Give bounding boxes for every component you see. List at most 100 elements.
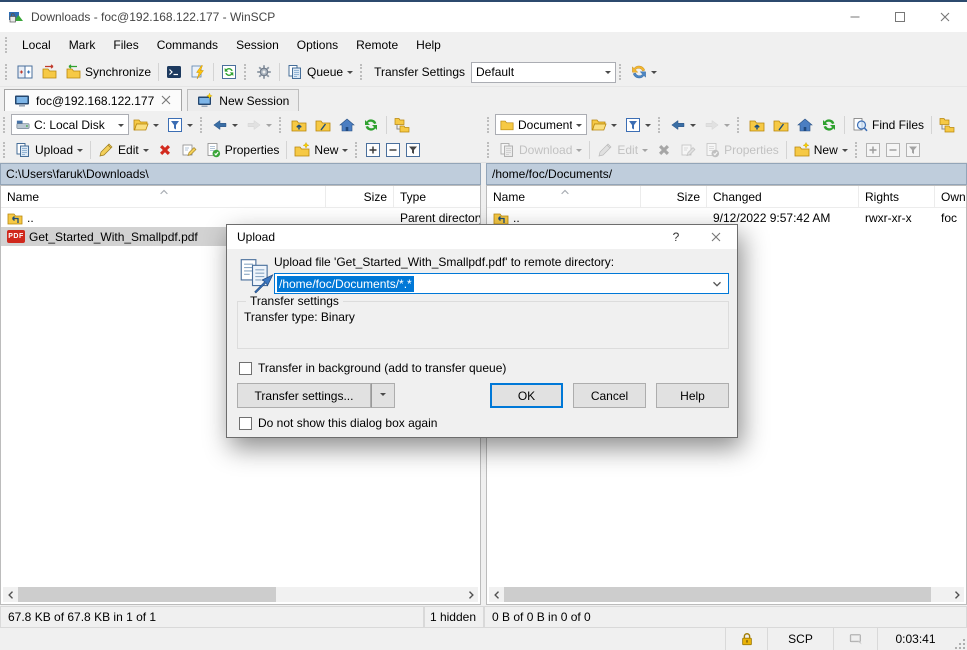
toolbar-grip[interactable] bbox=[5, 64, 10, 80]
synchronize-browsing-button[interactable] bbox=[37, 61, 61, 83]
tab-close-icon[interactable] bbox=[160, 94, 172, 108]
console-button[interactable] bbox=[186, 61, 210, 83]
left-open-directory-button[interactable] bbox=[129, 114, 163, 136]
left-drive-selector[interactable]: C: Local Disk bbox=[11, 114, 129, 135]
left-header-name[interactable]: Name bbox=[1, 186, 326, 207]
transfer-background-checkbox[interactable]: Transfer in background (add to transfer … bbox=[239, 361, 506, 375]
right-home-directory-button[interactable] bbox=[793, 114, 817, 136]
scroll-thumb[interactable] bbox=[504, 587, 931, 602]
scroll-right-icon[interactable] bbox=[463, 587, 478, 602]
toolbar-grip[interactable] bbox=[355, 142, 360, 158]
right-forward-button[interactable] bbox=[700, 114, 734, 136]
close-button[interactable] bbox=[922, 2, 967, 32]
toolbar-grip[interactable] bbox=[360, 64, 365, 80]
right-root-directory-button[interactable] bbox=[769, 114, 793, 136]
left-select-button[interactable] bbox=[363, 140, 383, 160]
menu-help[interactable]: Help bbox=[407, 34, 450, 56]
left-back-button[interactable] bbox=[208, 114, 242, 136]
menu-local[interactable]: Local bbox=[13, 34, 60, 56]
right-open-directory-button[interactable] bbox=[587, 114, 621, 136]
scroll-right-icon[interactable] bbox=[949, 587, 964, 602]
right-directory-selector[interactable]: Documents bbox=[495, 114, 587, 135]
menu-mark[interactable]: Mark bbox=[60, 34, 105, 56]
session-tab-active[interactable]: foc@192.168.122.177 bbox=[4, 89, 182, 111]
right-unselect-button[interactable] bbox=[883, 140, 903, 160]
right-delete-button[interactable] bbox=[652, 139, 676, 161]
toolbar-grip[interactable] bbox=[855, 142, 860, 158]
left-home-directory-button[interactable] bbox=[335, 114, 359, 136]
left-properties-button[interactable]: Properties bbox=[201, 139, 284, 161]
queue-button[interactable]: Queue bbox=[283, 61, 357, 83]
refresh-session-button[interactable] bbox=[217, 61, 241, 83]
left-status-hidden[interactable]: 1 hidden bbox=[424, 606, 484, 628]
dialog-help-button[interactable]: ? bbox=[657, 225, 695, 249]
right-back-button[interactable] bbox=[666, 114, 700, 136]
right-select-all-button[interactable] bbox=[903, 140, 923, 160]
left-directory-tree-button[interactable] bbox=[390, 114, 414, 136]
resize-grip[interactable] bbox=[953, 628, 967, 650]
left-new-button[interactable]: New bbox=[290, 139, 352, 161]
left-rename-button[interactable] bbox=[177, 139, 201, 161]
left-root-directory-button[interactable] bbox=[311, 114, 335, 136]
scroll-thumb[interactable] bbox=[18, 587, 276, 602]
protocol-status[interactable]: SCP bbox=[767, 628, 833, 650]
minimize-button[interactable] bbox=[832, 2, 877, 32]
open-terminal-button[interactable] bbox=[162, 61, 186, 83]
toolbar-grip[interactable] bbox=[658, 117, 663, 133]
toolbar-grip[interactable] bbox=[619, 64, 624, 80]
left-path-bar[interactable]: C:\Users\faruk\Downloads\ bbox=[0, 163, 481, 185]
left-forward-button[interactable] bbox=[242, 114, 276, 136]
dont-show-again-checkbox[interactable]: Do not show this dialog box again bbox=[239, 416, 437, 430]
toolbar-grip[interactable] bbox=[487, 117, 492, 133]
preferences-button[interactable] bbox=[252, 61, 276, 83]
left-header-size[interactable]: Size bbox=[326, 186, 394, 207]
right-horizontal-scrollbar[interactable] bbox=[489, 587, 964, 602]
transfer-settings-dropdown-button[interactable] bbox=[371, 383, 395, 408]
menu-grip[interactable] bbox=[5, 37, 10, 53]
right-refresh-button[interactable] bbox=[817, 114, 841, 136]
right-filter-button[interactable] bbox=[621, 114, 655, 136]
download-button[interactable]: Download bbox=[495, 139, 586, 161]
right-rename-button[interactable] bbox=[676, 139, 700, 161]
right-header-owner[interactable]: Owner bbox=[935, 186, 966, 207]
right-path-bar[interactable]: /home/foc/Documents/ bbox=[486, 163, 967, 185]
right-header-name[interactable]: Name bbox=[487, 186, 641, 207]
right-properties-button[interactable]: Properties bbox=[700, 139, 783, 161]
help-button[interactable]: Help bbox=[656, 383, 729, 408]
left-header-type[interactable]: Type bbox=[394, 186, 480, 207]
left-refresh-button[interactable] bbox=[359, 114, 383, 136]
cancel-button[interactable]: Cancel bbox=[573, 383, 646, 408]
menu-files[interactable]: Files bbox=[104, 34, 147, 56]
toolbar-grip[interactable] bbox=[3, 142, 8, 158]
toolbar-grip[interactable] bbox=[200, 117, 205, 133]
right-parent-directory-button[interactable] bbox=[745, 114, 769, 136]
menu-commands[interactable]: Commands bbox=[148, 34, 227, 56]
toolbar-grip[interactable] bbox=[737, 117, 742, 133]
synchronize-button[interactable]: Synchronize bbox=[61, 61, 155, 83]
toolbar-grip[interactable] bbox=[3, 117, 8, 133]
ok-button[interactable]: OK bbox=[490, 383, 563, 408]
server-status[interactable] bbox=[833, 628, 877, 650]
right-header-rights[interactable]: Rights bbox=[859, 186, 935, 207]
dialog-close-button[interactable] bbox=[695, 225, 737, 249]
upload-button[interactable]: Upload bbox=[11, 139, 87, 161]
scroll-left-icon[interactable] bbox=[3, 587, 18, 602]
left-unselect-button[interactable] bbox=[383, 140, 403, 160]
maximize-button[interactable] bbox=[877, 2, 922, 32]
toolbar-grip[interactable] bbox=[279, 117, 284, 133]
synchronize-options-button[interactable] bbox=[627, 61, 661, 83]
transfer-settings-dropdown[interactable]: Default bbox=[471, 62, 616, 83]
menu-remote[interactable]: Remote bbox=[347, 34, 407, 56]
toolbar-grip[interactable] bbox=[244, 64, 249, 80]
encryption-status[interactable] bbox=[725, 628, 767, 650]
menu-options[interactable]: Options bbox=[288, 34, 347, 56]
right-select-button[interactable] bbox=[863, 140, 883, 160]
right-edit-button[interactable]: Edit bbox=[593, 139, 652, 161]
left-horizontal-scrollbar[interactable] bbox=[3, 587, 478, 602]
toolbar-grip[interactable] bbox=[487, 142, 492, 158]
left-delete-button[interactable] bbox=[153, 139, 177, 161]
scroll-left-icon[interactable] bbox=[489, 587, 504, 602]
scroll-track[interactable] bbox=[504, 587, 949, 602]
new-session-tab[interactable]: New Session bbox=[187, 89, 299, 111]
remote-directory-combobox[interactable]: /home/foc/Documents/*.* bbox=[274, 273, 729, 294]
